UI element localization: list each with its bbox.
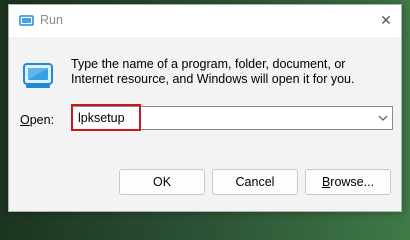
cancel-button-label: Cancel [235,175,275,189]
chevron-down-icon[interactable] [378,113,388,123]
run-dialog-icon [23,63,53,88]
open-combobox[interactable] [71,106,393,130]
open-label-accelerator: O [20,113,30,127]
browse-button[interactable]: Browse... [305,169,391,195]
ok-button[interactable]: OK [119,169,205,195]
close-icon: ✕ [380,11,392,28]
open-input[interactable] [78,111,358,126]
run-dialog: Run ✕ Type the name of a program, folder… [8,4,402,212]
description-text: Type the name of a program, folder, docu… [71,57,355,86]
close-button[interactable]: ✕ [371,5,401,35]
ok-button-label: OK [152,175,172,189]
title-bar[interactable]: Run ✕ [9,5,401,37]
browse-button-label: Browse... [322,175,374,189]
open-label-text: pen: [29,113,55,127]
browse-label-text: rowse... [330,175,375,189]
run-icon [19,15,34,26]
cancel-button[interactable]: Cancel [212,169,298,195]
window-title: Run [40,13,63,27]
open-label: Open: [20,113,54,127]
